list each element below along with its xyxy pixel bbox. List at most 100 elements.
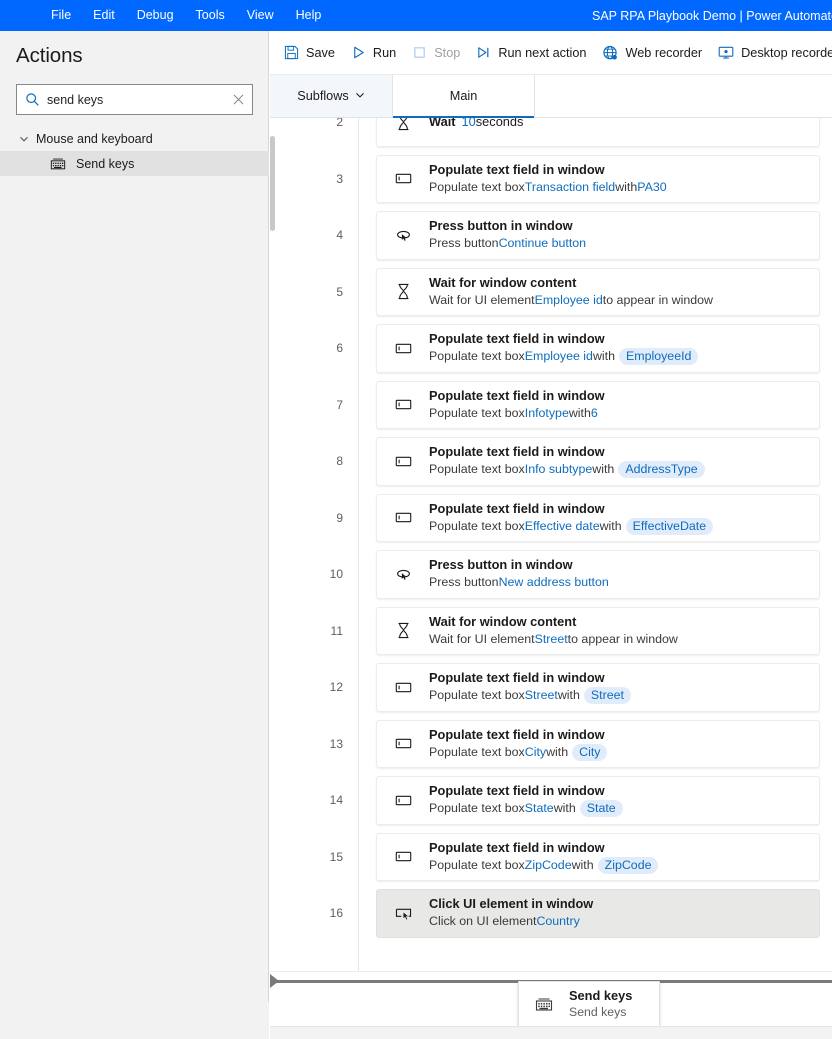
action-card[interactable]: Populate text field in windowPopulate te… bbox=[376, 833, 820, 882]
menu-item-tools[interactable]: Tools bbox=[185, 0, 236, 31]
action-title: Populate text field in window bbox=[429, 670, 631, 686]
action-param-link[interactable]: Employee id bbox=[535, 292, 603, 309]
action-param-link[interactable]: Street bbox=[535, 631, 568, 648]
menu-item-help[interactable]: Help bbox=[285, 0, 333, 31]
action-param-link[interactable]: Employee id bbox=[525, 348, 593, 365]
table-row[interactable]: 5Wait for window contentWait for UI elem… bbox=[270, 264, 832, 321]
action-card[interactable]: Populate text field in windowPopulate te… bbox=[376, 720, 820, 769]
search-box[interactable] bbox=[16, 84, 253, 115]
table-row[interactable]: 2Wait10 seconds bbox=[270, 118, 832, 151]
tab-main[interactable]: Main bbox=[393, 75, 534, 117]
flow-action-list[interactable]: 2Wait10 seconds3Populate text field in w… bbox=[270, 118, 832, 971]
press-button-icon bbox=[377, 565, 429, 584]
action-param-text: with bbox=[546, 744, 568, 761]
action-param-text: Populate text box bbox=[429, 800, 525, 817]
menu-item-file[interactable]: File bbox=[40, 0, 82, 31]
action-card[interactable]: Populate text field in windowPopulate te… bbox=[376, 663, 820, 712]
table-row[interactable]: 3Populate text field in windowPopulate t… bbox=[270, 151, 832, 208]
variable-pill[interactable]: State bbox=[580, 800, 623, 817]
tree-group-mouse-and-keyboard[interactable]: Mouse and keyboard bbox=[0, 127, 269, 151]
tab-subflows[interactable]: Subflows bbox=[270, 75, 393, 117]
row-number: 12 bbox=[270, 659, 358, 716]
action-card[interactable]: Populate text field in windowPopulate te… bbox=[376, 381, 820, 430]
table-row[interactable]: 12 Populate text field in windowPopulate … bbox=[270, 659, 832, 716]
variable-pill[interactable]: City bbox=[572, 744, 607, 761]
click-ui-element-icon bbox=[377, 904, 429, 923]
menu-item-edit[interactable]: Edit bbox=[82, 0, 126, 31]
action-card[interactable]: Press button in windowPress button New a… bbox=[376, 550, 820, 599]
action-card[interactable]: Click UI element in windowClick on UI el… bbox=[376, 889, 820, 938]
action-card[interactable]: Populate text field in windowPopulate te… bbox=[376, 324, 820, 373]
textbox-icon bbox=[377, 508, 429, 527]
tab-main-label: Main bbox=[450, 89, 478, 103]
action-param-link[interactable]: Effective date bbox=[525, 518, 600, 535]
action-param-text: Wait for UI element bbox=[429, 292, 535, 309]
desktop-recorder-button[interactable]: Desktop recorder bbox=[710, 37, 832, 69]
action-param-text: Wait for UI element bbox=[429, 631, 535, 648]
action-param-link[interactable]: State bbox=[525, 800, 554, 817]
menu-item-debug[interactable]: Debug bbox=[126, 0, 185, 31]
action-card[interactable]: Wait for window contentWait for UI eleme… bbox=[376, 607, 820, 656]
action-param-link[interactable]: New address button bbox=[499, 574, 609, 591]
action-card[interactable]: Press button in windowPress button Conti… bbox=[376, 211, 820, 260]
action-param-link[interactable]: 10 bbox=[462, 118, 476, 131]
action-title: Click UI element in window bbox=[429, 896, 593, 912]
variable-pill[interactable]: AddressType bbox=[618, 461, 704, 478]
table-row[interactable]: 10Press button in windowPress button New… bbox=[270, 546, 832, 603]
table-row[interactable]: 7Populate text field in windowPopulate t… bbox=[270, 377, 832, 434]
action-card[interactable]: Wait for window contentWait for UI eleme… bbox=[376, 268, 820, 317]
monitor-icon bbox=[718, 45, 734, 60]
table-row[interactable]: 4Press button in windowPress button Cont… bbox=[270, 207, 832, 264]
action-param-link[interactable]: Continue button bbox=[499, 235, 587, 252]
save-icon bbox=[284, 45, 299, 60]
action-description: Populate text box State with State bbox=[429, 800, 623, 817]
table-row[interactable]: 15Populate text field in windowPopulate … bbox=[270, 829, 832, 886]
table-row[interactable]: 14Populate text field in windowPopulate … bbox=[270, 772, 832, 829]
action-param-link[interactable]: ZipCode bbox=[525, 857, 572, 874]
action-title: Populate text field in window bbox=[429, 331, 698, 347]
table-row[interactable]: 9Populate text field in windowPopulate t… bbox=[270, 490, 832, 547]
variable-pill[interactable]: EffectiveDate bbox=[626, 518, 713, 535]
variable-pill[interactable]: Street bbox=[584, 687, 631, 704]
table-row[interactable]: 8Populate text field in windowPopulate t… bbox=[270, 433, 832, 490]
web-recorder-button[interactable]: Web recorder bbox=[594, 37, 710, 69]
action-param-text: with bbox=[558, 687, 580, 704]
table-row[interactable]: 16Click UI element in windowClick on UI … bbox=[270, 885, 832, 942]
play-icon bbox=[351, 45, 366, 60]
action-param-text: Populate text box bbox=[429, 518, 525, 535]
drag-preview-card[interactable]: Send keys Send keys bbox=[518, 981, 660, 1027]
table-row[interactable]: 6Populate text field in windowPopulate t… bbox=[270, 320, 832, 377]
action-card[interactable]: Populate text field in windowPopulate te… bbox=[376, 494, 820, 543]
action-param-link[interactable]: Info subtype bbox=[525, 461, 593, 478]
variable-pill[interactable]: ZipCode bbox=[598, 857, 659, 874]
action-param-link[interactable]: City bbox=[525, 744, 546, 761]
save-button[interactable]: Save bbox=[276, 37, 343, 69]
table-row[interactable]: 11Wait for window contentWait for UI ele… bbox=[270, 603, 832, 660]
action-param-link[interactable]: Country bbox=[536, 913, 579, 930]
run-button[interactable]: Run bbox=[343, 37, 404, 69]
close-icon[interactable] bbox=[224, 85, 252, 114]
action-title: Press button in window bbox=[429, 557, 609, 573]
action-title: Populate text field in window bbox=[429, 501, 713, 517]
variable-pill[interactable]: EmployeeId bbox=[619, 348, 698, 365]
textbox-icon bbox=[377, 791, 429, 810]
keyboard-icon bbox=[519, 997, 569, 1011]
search-input[interactable] bbox=[47, 85, 224, 114]
tree-group-label: Mouse and keyboard bbox=[36, 132, 153, 146]
action-param-link[interactable]: 6 bbox=[591, 405, 598, 422]
action-card[interactable]: Populate text field in windowPopulate te… bbox=[376, 155, 820, 204]
action-param-link[interactable]: Street bbox=[525, 687, 558, 704]
action-param-link[interactable]: PA30 bbox=[637, 179, 666, 196]
tree-item-send-keys[interactable]: Send keys bbox=[0, 151, 269, 176]
menu-item-view[interactable]: View bbox=[236, 0, 285, 31]
action-param-link[interactable]: Transaction field bbox=[525, 179, 615, 196]
action-param-link[interactable]: Infotype bbox=[525, 405, 569, 422]
action-card[interactable]: Populate text field in windowPopulate te… bbox=[376, 437, 820, 486]
table-row[interactable]: 13Populate text field in windowPopulate … bbox=[270, 716, 832, 773]
action-card[interactable]: Wait10 seconds bbox=[376, 118, 820, 147]
action-param-text: Press button bbox=[429, 574, 499, 591]
action-title: Wait for window content bbox=[429, 614, 678, 630]
run-next-action-button[interactable]: Run next action bbox=[468, 37, 594, 69]
globe-icon bbox=[602, 45, 618, 61]
action-card[interactable]: Populate text field in windowPopulate te… bbox=[376, 776, 820, 825]
